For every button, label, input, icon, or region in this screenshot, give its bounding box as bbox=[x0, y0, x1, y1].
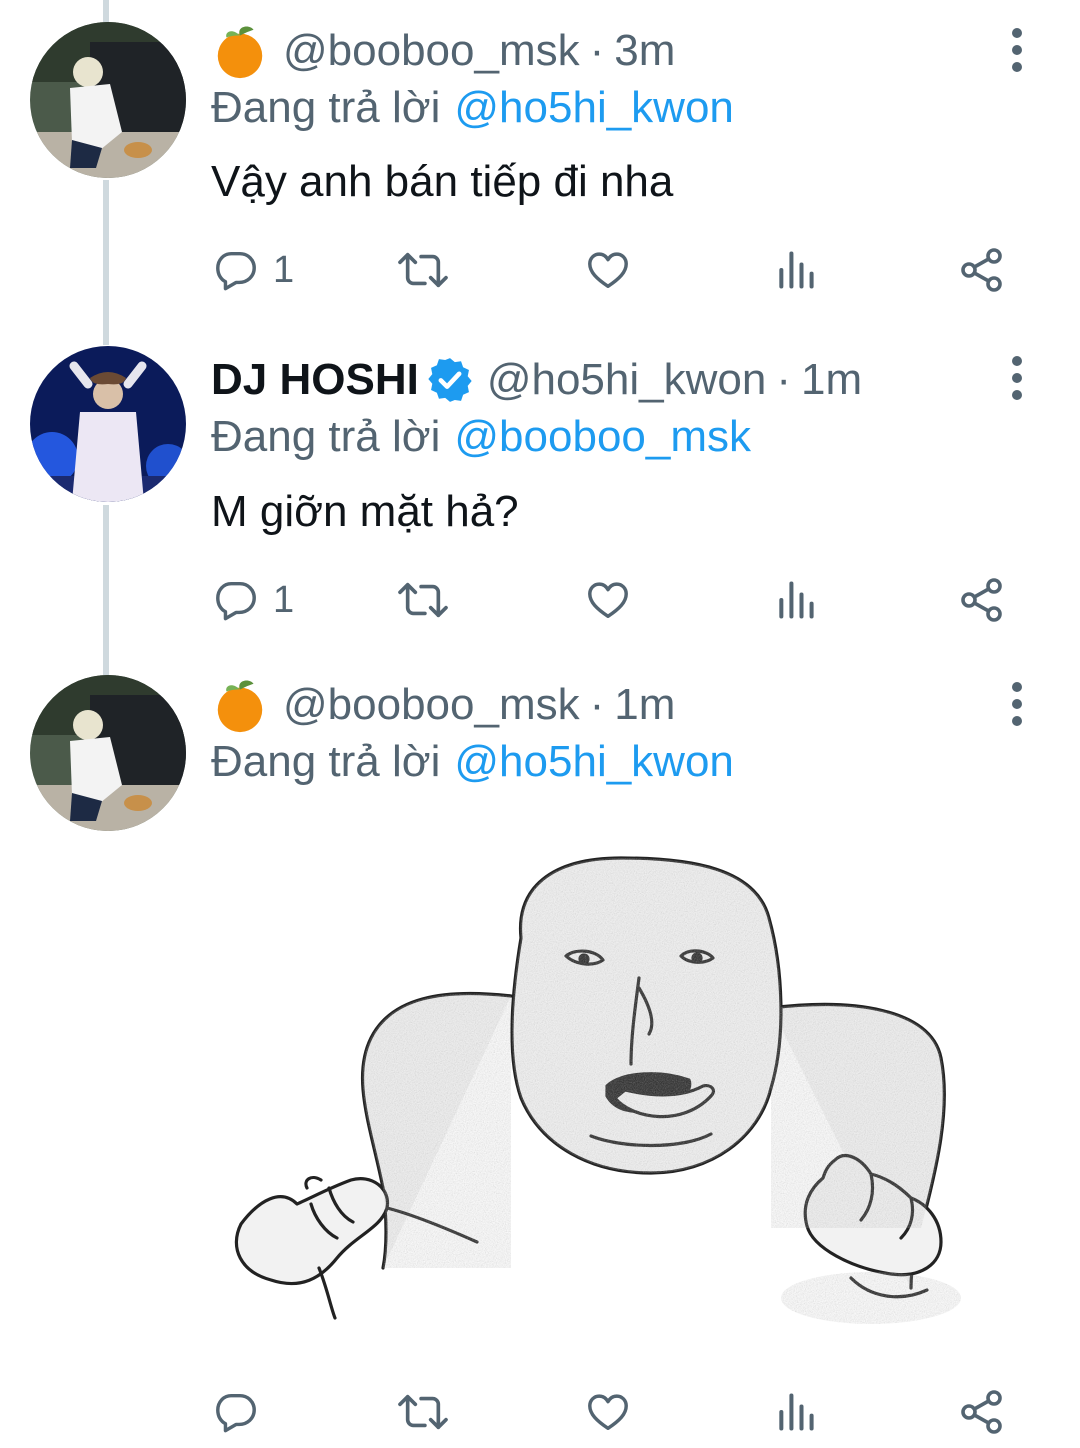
mention-link[interactable]: @ho5hi_kwon bbox=[454, 83, 734, 133]
replying-to: Đang trả lời @ho5hi_kwon bbox=[211, 732, 734, 792]
tweet-header: DJ HOSHI @ho5hi_kwon · 1m bbox=[211, 350, 862, 410]
replying-to: Đang trả lời @booboo_msk bbox=[211, 407, 751, 467]
like-button[interactable] bbox=[584, 1382, 632, 1442]
replying-to: Đang trả lời @ho5hi_kwon bbox=[211, 78, 734, 138]
views-button[interactable] bbox=[774, 1382, 818, 1442]
reply-button[interactable]: 1 bbox=[213, 570, 294, 630]
views-button[interactable] bbox=[774, 240, 818, 300]
action-bar bbox=[0, 1382, 1080, 1442]
tweet-header: @booboo_msk · 3m bbox=[211, 21, 675, 81]
heart-icon bbox=[588, 1394, 628, 1431]
mention-link[interactable]: @ho5hi_kwon bbox=[454, 737, 734, 787]
reply-icon bbox=[216, 251, 256, 291]
tweet-media-image[interactable] bbox=[211, 828, 1011, 1348]
tweet-text: M giỡn mặt hả? bbox=[211, 487, 519, 536]
more-icon[interactable] bbox=[1000, 20, 1034, 80]
share-button[interactable] bbox=[958, 570, 1006, 630]
tweet-text: Vậy anh bán tiếp đi nha bbox=[211, 157, 674, 206]
timestamp[interactable]: 1m bbox=[801, 355, 862, 405]
retweet-button[interactable] bbox=[396, 1382, 450, 1442]
heart-icon bbox=[588, 252, 628, 289]
separator: · bbox=[589, 680, 605, 729]
retweet-icon bbox=[398, 252, 448, 288]
avatar[interactable] bbox=[30, 346, 186, 502]
heart-icon bbox=[588, 582, 628, 619]
views-icon bbox=[779, 251, 814, 289]
tweet-1[interactable]: @booboo_msk · 3m Đang trả lời @ho5hi_kwo… bbox=[0, 0, 1080, 330]
avatar[interactable] bbox=[30, 22, 186, 178]
views-icon bbox=[779, 581, 814, 619]
share-icon bbox=[961, 248, 1002, 292]
action-bar: 1 bbox=[0, 240, 1080, 300]
retweet-button[interactable] bbox=[396, 570, 450, 630]
timestamp[interactable]: 1m bbox=[614, 680, 675, 730]
timestamp[interactable]: 3m bbox=[614, 26, 675, 76]
meme-drawing bbox=[234, 856, 961, 1324]
user-handle[interactable]: @booboo_msk bbox=[283, 680, 580, 730]
share-icon bbox=[961, 1390, 1002, 1434]
tweet-header: @booboo_msk · 1m bbox=[211, 675, 675, 735]
tangerine-emoji bbox=[217, 680, 263, 733]
reply-button[interactable] bbox=[213, 1382, 273, 1442]
reply-icon bbox=[216, 1393, 256, 1433]
user-handle[interactable]: @ho5hi_kwon bbox=[487, 355, 767, 405]
like-button[interactable] bbox=[584, 570, 632, 630]
reply-button[interactable]: 1 bbox=[213, 240, 294, 300]
reply-count: 1 bbox=[273, 578, 295, 621]
share-button[interactable] bbox=[958, 1382, 1006, 1442]
retweet-icon bbox=[398, 1394, 448, 1430]
share-button[interactable] bbox=[958, 240, 1006, 300]
reply-count: 1 bbox=[273, 248, 295, 291]
tweet-2[interactable]: DJ HOSHI @ho5hi_kwon · 1m Đang trả lời @… bbox=[0, 330, 1080, 660]
retweet-button[interactable] bbox=[396, 240, 450, 300]
action-bar: 1 bbox=[0, 570, 1080, 630]
views-icon bbox=[779, 1393, 814, 1431]
separator: · bbox=[589, 26, 605, 75]
reply-prefix: Đang trả lời bbox=[211, 83, 441, 132]
views-button[interactable] bbox=[774, 570, 818, 630]
verified-badge-icon bbox=[428, 358, 472, 402]
separator: · bbox=[776, 355, 791, 404]
more-icon[interactable] bbox=[1000, 674, 1034, 734]
mention-link[interactable]: @booboo_msk bbox=[454, 412, 751, 462]
display-name[interactable]: DJ HOSHI bbox=[211, 355, 419, 405]
reply-icon bbox=[216, 581, 256, 621]
more-icon[interactable] bbox=[1000, 348, 1034, 408]
reply-prefix: Đang trả lời bbox=[211, 412, 441, 461]
share-icon bbox=[961, 578, 1002, 622]
avatar[interactable] bbox=[30, 675, 186, 831]
user-handle[interactable]: @booboo_msk bbox=[283, 26, 580, 76]
reply-prefix: Đang trả lời bbox=[211, 737, 441, 786]
tangerine-emoji bbox=[217, 26, 263, 79]
retweet-icon bbox=[398, 582, 448, 618]
like-button[interactable] bbox=[584, 240, 632, 300]
